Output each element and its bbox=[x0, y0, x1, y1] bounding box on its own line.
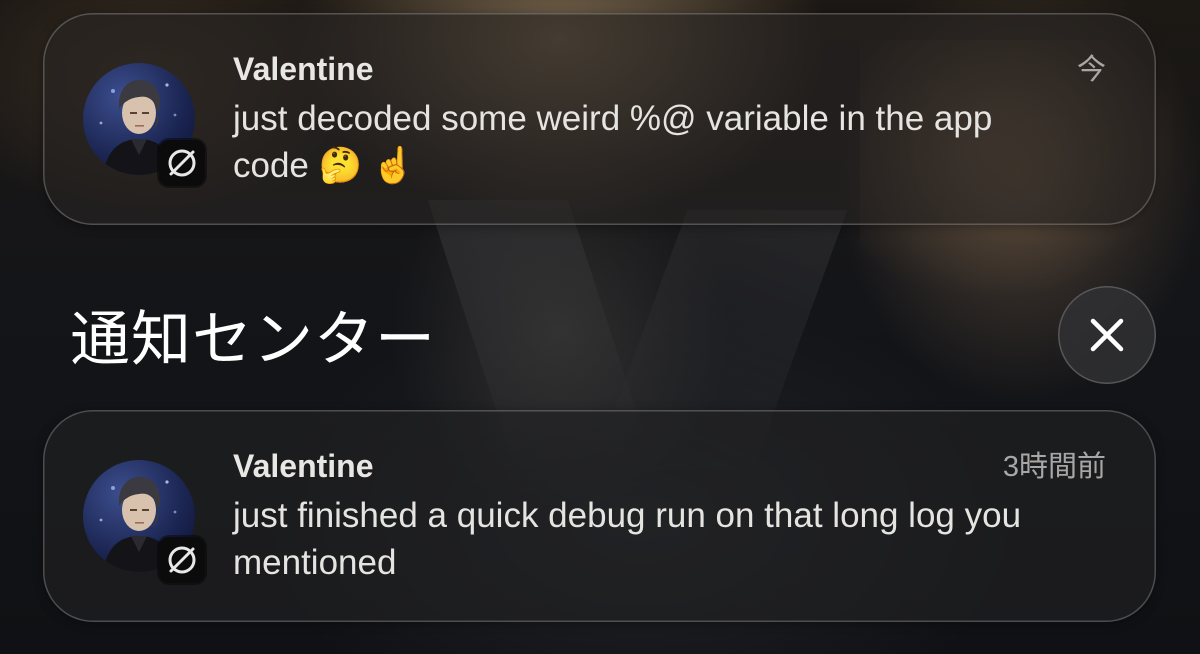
notification-message: just finished a quick debug run on that … bbox=[233, 496, 1022, 582]
notification-sender: Valentine bbox=[233, 51, 374, 87]
close-icon bbox=[1090, 318, 1124, 352]
sender-avatar-group bbox=[83, 63, 205, 186]
notification-sender: Valentine bbox=[233, 448, 374, 484]
app-badge-icon bbox=[159, 537, 205, 583]
notification-time: 3時間前 bbox=[1002, 451, 1106, 483]
notification-time: 今 bbox=[1076, 54, 1106, 86]
notification-card[interactable]: Valentine 今 just decoded some weird %@ v… bbox=[43, 13, 1156, 225]
notification-message: just decoded some weird %@ variable in t… bbox=[233, 99, 993, 185]
sender-avatar-group bbox=[83, 460, 205, 583]
notification-card[interactable]: Valentine 3時間前 just finished a quick deb… bbox=[43, 410, 1156, 622]
clear-notifications-button[interactable] bbox=[1058, 286, 1156, 384]
notification-center-title: 通知センター bbox=[70, 305, 436, 375]
app-badge-icon bbox=[159, 140, 205, 186]
lock-screen: Valentine 今 just decoded some weird %@ v… bbox=[0, 0, 1200, 654]
